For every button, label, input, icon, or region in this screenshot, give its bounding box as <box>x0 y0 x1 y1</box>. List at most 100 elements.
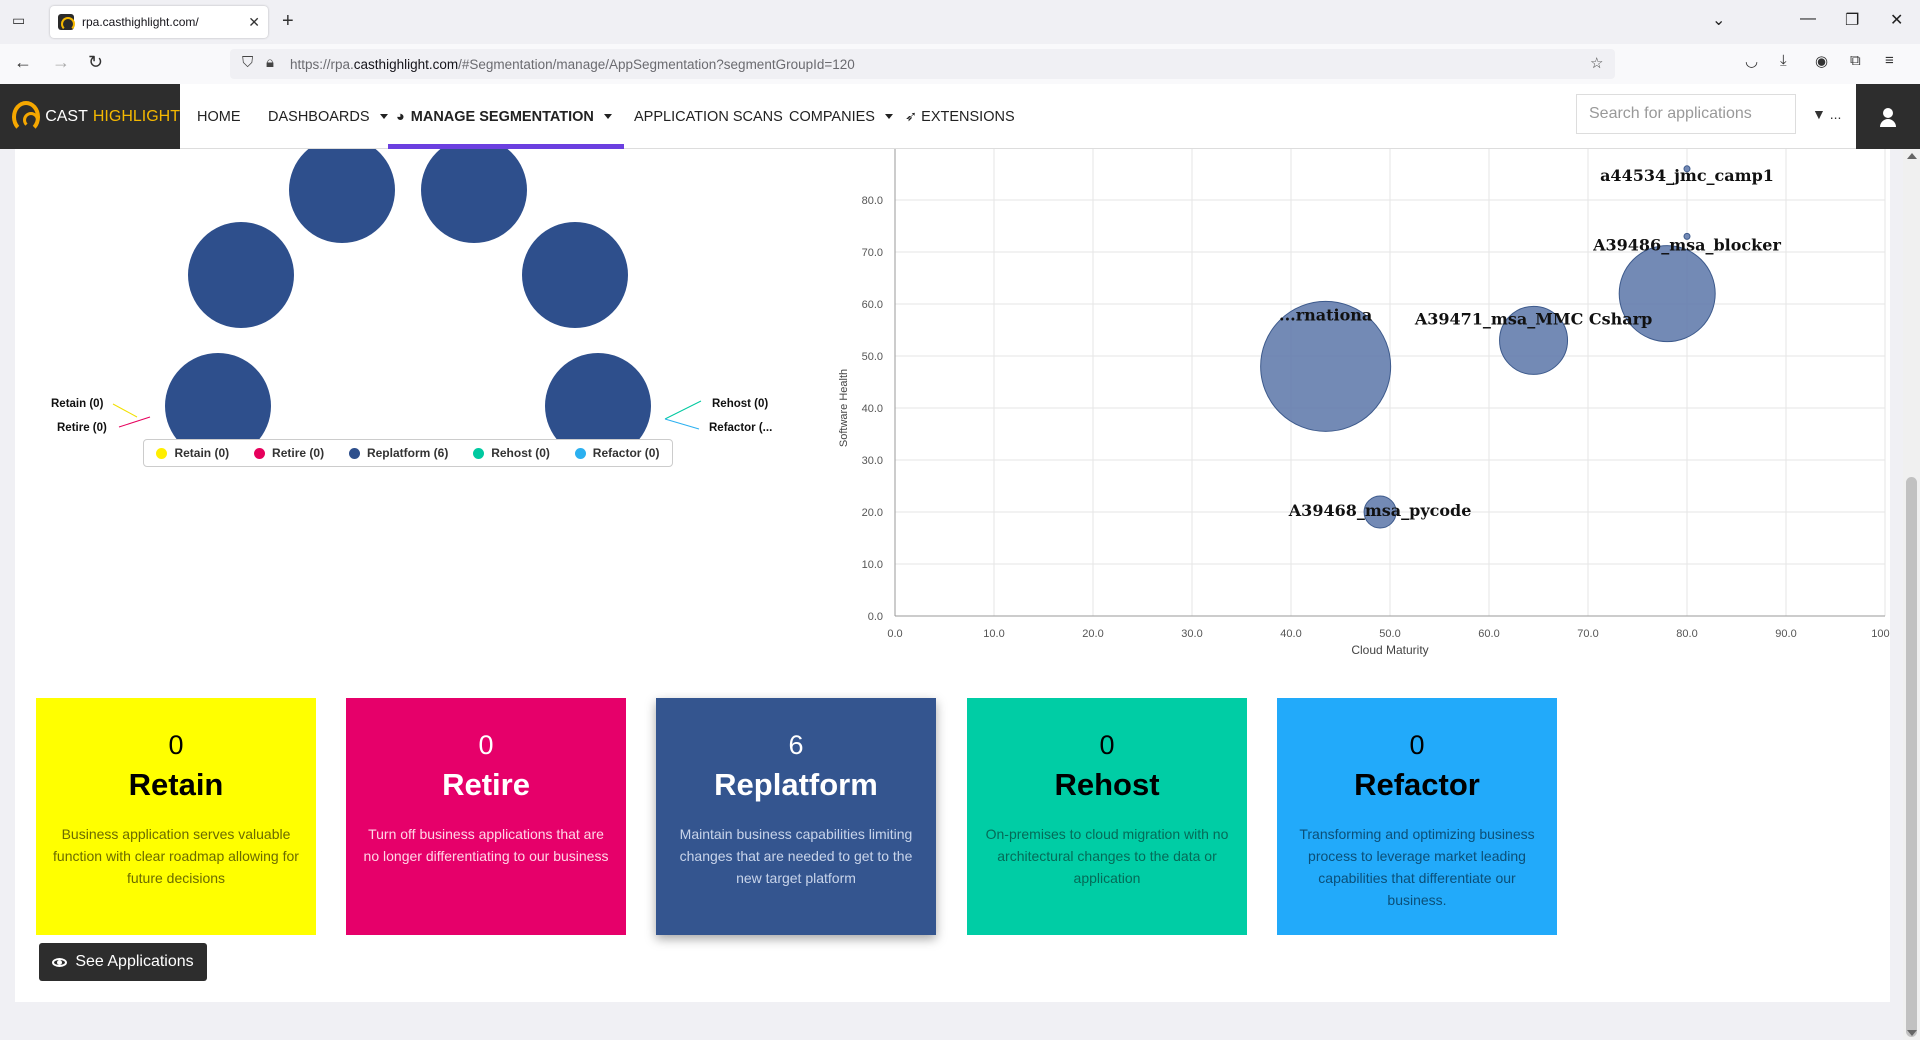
restore-icon[interactable]: ❐ <box>1845 10 1859 30</box>
search-input[interactable] <box>1576 94 1796 134</box>
downloads-icon[interactable]: ⤓ <box>1780 52 1787 69</box>
close-tab-icon[interactable]: ✕ <box>248 14 260 31</box>
y-tick-label: 70.0 <box>862 247 883 259</box>
card-title: Retain <box>128 767 224 802</box>
close-window-icon[interactable]: ✕ <box>1890 10 1903 30</box>
pocket-icon[interactable]: ◡ <box>1745 52 1758 70</box>
chevron-down-icon <box>884 114 893 119</box>
browser-navbar: ← → ↻ ⛉ 🔒︎ https://rpa. casthighlight.com… <box>0 44 1920 84</box>
segment-card-retire[interactable]: 0 Retire Turn off business applications th… <box>346 698 626 935</box>
lock-icon[interactable]: 🔒︎ <box>266 54 274 71</box>
data-label: A39486_msa_blocker <box>1592 235 1781 254</box>
nav-dashboards[interactable]: DASHBOARDS <box>268 84 388 149</box>
x-axis-label: Cloud Maturity <box>1351 643 1428 657</box>
card-count: 0 <box>1409 730 1425 760</box>
menu-icon[interactable]: ≡ <box>1885 52 1894 69</box>
legend-item-rehost[interactable]: Rehost (0) <box>473 446 550 460</box>
browser-tab[interactable]: rpa.casthighlight.com/ ✕ <box>50 6 268 38</box>
card-count: 0 <box>478 730 494 760</box>
reload-icon[interactable]: ↻ <box>88 52 103 73</box>
page-scrollbar[interactable] <box>1903 149 1920 1040</box>
card-count: 6 <box>788 730 804 760</box>
pie-segment[interactable] <box>522 222 628 328</box>
nav-application-scans-label: APPLICATION SCANS <box>634 108 783 125</box>
pie-segment[interactable] <box>188 222 294 328</box>
segment-card-retain[interactable]: 0 Retain Business application serves valua… <box>36 698 316 935</box>
segment-card-replatform[interactable]: 6 Replatform Maintain business capabilitie… <box>656 698 936 935</box>
card-description: Maintain business capabilities limiting … <box>679 826 913 886</box>
y-tick-label: 40.0 <box>862 403 883 415</box>
address-bar[interactable]: ⛉ 🔒︎ https://rpa. casthighlight.com/#Segm… <box>230 49 1615 79</box>
legend-item-refactor[interactable]: Refactor (0) <box>574 446 659 460</box>
nav-application-scans[interactable]: APPLICATION SCANS <box>634 84 783 149</box>
shield-icon[interactable]: ⛉ <box>242 54 253 71</box>
x-tick-label: 70.0 <box>1577 628 1598 640</box>
extensions-icon[interactable]: ⧉ <box>1850 52 1861 69</box>
pie-label-retire: Retire (0) <box>57 422 107 434</box>
bookmark-star-icon[interactable]: ☆ <box>1590 54 1603 72</box>
pie-label-rehost: Rehost (0) <box>712 398 769 410</box>
nav-companies[interactable]: COMPANIES <box>789 84 893 149</box>
y-axis-label: Software Health <box>838 369 850 447</box>
nav-extensions[interactable]: ➶ EXTENSIONS <box>905 84 1015 149</box>
y-tick-label: 60.0 <box>862 299 883 311</box>
legend-dot <box>473 447 485 459</box>
forward-icon[interactable]: → <box>52 52 70 73</box>
pie-label-retain: Retain (0) <box>51 398 104 410</box>
scroll-down-icon[interactable] <box>1907 1030 1917 1036</box>
data-label: A39468_msa_pycode <box>1288 501 1472 520</box>
segment-card-rehost[interactable]: 0 Rehost On-premises to cloud migration wi… <box>967 698 1247 935</box>
pie-segment[interactable] <box>421 149 527 243</box>
cloud-maturity-scatter-chart: 0.0 10.0 20.0 30.0 40.0 50.0 60.0 70.0 80.0 90.0 1… <box>838 149 1890 657</box>
eye-icon <box>52 957 68 967</box>
scrollbar-thumb[interactable] <box>1906 477 1917 1037</box>
nav-manage-segmentation-label: MANAGE SEGMENTATION <box>410 108 594 125</box>
y-tick-label: 30.0 <box>862 455 883 467</box>
back-icon[interactable]: ← <box>14 52 32 73</box>
x-tick-label: 20.0 <box>1082 628 1103 640</box>
y-tick-label: 50.0 <box>862 351 883 363</box>
account-icon[interactable]: ◉ <box>1815 52 1828 70</box>
x-tick-label: 80.0 <box>1676 628 1697 640</box>
nav-home[interactable]: HOME <box>197 84 241 149</box>
card-title: Rehost <box>1054 767 1160 802</box>
filter-button[interactable]: ▼ ... <box>1812 106 1841 122</box>
logo-text: CAST <box>45 107 88 125</box>
data-label: ...rnationa <box>1279 305 1372 324</box>
favicon-icon <box>58 14 75 31</box>
user-menu-button[interactable] <box>1856 84 1920 149</box>
legend-item-retire[interactable]: Retire (0) <box>254 446 324 460</box>
tab-overflow-icon[interactable]: ⌄ <box>1712 10 1725 30</box>
pie-chart-icon: ◕ <box>396 108 405 125</box>
minimize-icon[interactable]: — <box>1800 10 1816 28</box>
see-applications-button[interactable]: See Applications <box>39 943 207 981</box>
browser-tabbar: ▭ rpa.casthighlight.com/ ✕ + ⌄ — ❐ ✕ <box>0 0 1920 44</box>
card-description: Business application serves valuable fun… <box>53 826 299 886</box>
legend-dot <box>574 447 586 459</box>
url-suffix: /#Segmentation/manage/AppSegmentation?se… <box>458 56 855 72</box>
nav-dashboards-label: DASHBOARDS <box>268 108 370 125</box>
legend-item-replatform[interactable]: Replatform (6) <box>348 446 448 460</box>
x-tick-label: 40.0 <box>1280 628 1301 640</box>
legend-item-retain[interactable]: Retain (0) <box>156 446 229 460</box>
nav-manage-segmentation[interactable]: ◕ MANAGE SEGMENTATION <box>388 84 624 149</box>
nav-companies-label: COMPANIES <box>789 108 875 125</box>
rocket-icon: ➶ <box>905 108 918 125</box>
chevron-down-icon <box>603 114 612 119</box>
x-tick-label: 90.0 <box>1775 628 1796 640</box>
cast-highlight-logo[interactable]: CAST HIGHLIGHT <box>0 84 180 149</box>
y-tick-label: 0.0 <box>868 611 883 623</box>
segment-card-refactor[interactable]: 0 Refactor Transforming and optimizing bus… <box>1277 698 1557 935</box>
retain-connector <box>112 403 138 418</box>
x-tick-label: 100.0 <box>1871 628 1890 640</box>
url-prefix: https://rpa. <box>290 56 354 72</box>
pie-segment[interactable] <box>289 149 395 243</box>
filter-suffix: ... <box>1829 106 1842 122</box>
card-title: Refactor <box>1354 767 1480 802</box>
scroll-up-icon[interactable] <box>1907 153 1917 159</box>
pie-label-refactor: Refactor (... <box>709 422 773 434</box>
tab-list-icon[interactable]: ▭ <box>12 12 25 29</box>
filter-icon: ▼ <box>1812 106 1826 122</box>
new-tab-icon[interactable]: + <box>282 10 294 33</box>
legend-dot <box>254 447 266 459</box>
